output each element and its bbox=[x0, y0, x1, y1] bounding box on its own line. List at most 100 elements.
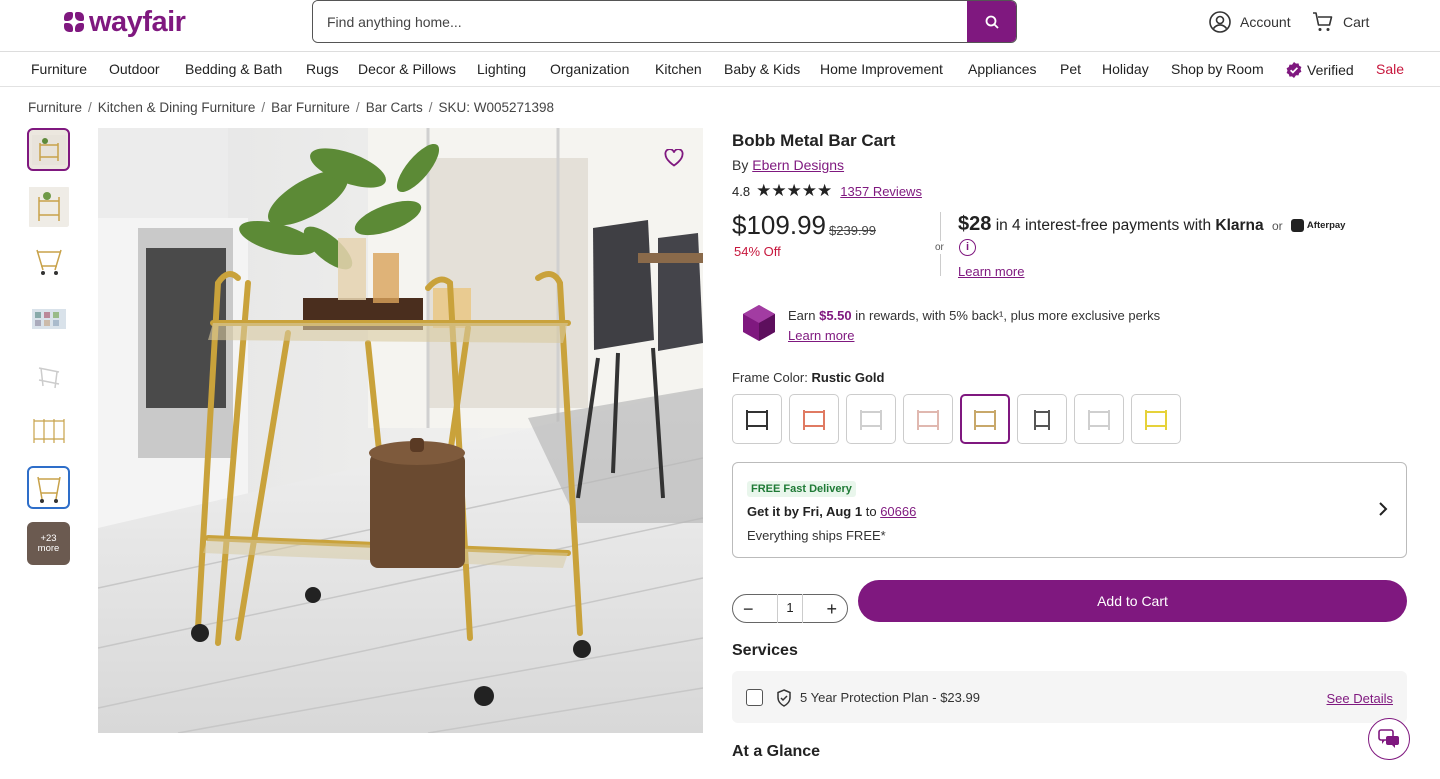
account-link[interactable]: Account bbox=[1208, 10, 1291, 34]
verified-label: Verified bbox=[1307, 62, 1354, 78]
thumbnail-7[interactable] bbox=[27, 466, 70, 509]
klarna-or: or bbox=[1271, 219, 1283, 233]
thumbnail-1[interactable] bbox=[27, 128, 70, 171]
logo-text: wayfair bbox=[89, 6, 186, 38]
category-sale[interactable]: Sale bbox=[1376, 61, 1404, 77]
product-main-image[interactable] bbox=[98, 128, 703, 733]
category-organization[interactable]: Organization bbox=[550, 61, 629, 77]
or-label: or bbox=[935, 241, 944, 254]
category-outdoor[interactable]: Outdoor bbox=[109, 61, 160, 77]
cart-label: Cart bbox=[1343, 14, 1370, 30]
klarna-logo: Klarna bbox=[1215, 217, 1264, 234]
breadcrumb-bar-furniture[interactable]: Bar Furniture bbox=[271, 100, 350, 115]
favorite-heart-icon[interactable] bbox=[664, 149, 684, 167]
breadcrumb-furniture[interactable]: Furniture bbox=[28, 100, 82, 115]
services-heading: Services bbox=[732, 642, 798, 659]
increase-quantity-button[interactable]: + bbox=[826, 600, 837, 618]
site-header: wayfair Account Cart bbox=[0, 0, 1440, 52]
account-icon bbox=[1209, 11, 1231, 33]
category-baby-kids[interactable]: Baby & Kids bbox=[724, 61, 800, 77]
search-icon bbox=[985, 15, 999, 29]
category-home-improvement[interactable]: Home Improvement bbox=[820, 61, 943, 77]
shield-icon bbox=[777, 689, 791, 707]
swatch-rustic-gold[interactable] bbox=[960, 394, 1010, 444]
at-a-glance-heading: At a Glance bbox=[732, 743, 821, 760]
protection-plan-label: 5 Year Protection Plan - $23.99 bbox=[800, 690, 980, 705]
category-holiday[interactable]: Holiday bbox=[1102, 61, 1149, 77]
swatch-silver[interactable] bbox=[1074, 394, 1124, 444]
breadcrumb-sku: SKU: W005271398 bbox=[438, 100, 555, 115]
swatch-blush[interactable] bbox=[903, 394, 953, 444]
category-kitchen[interactable]: Kitchen bbox=[655, 61, 702, 77]
shipping-note: Everything ships FREE* bbox=[747, 528, 886, 543]
breadcrumb-bar-carts[interactable]: Bar Carts bbox=[366, 100, 423, 115]
category-appliances[interactable]: Appliances bbox=[968, 61, 1037, 77]
category-lighting[interactable]: Lighting bbox=[477, 61, 526, 77]
rating-value: 4.8 bbox=[732, 183, 751, 199]
sale-price: $109.99 bbox=[732, 210, 826, 240]
free-delivery-badge: FREE Fast Delivery bbox=[747, 481, 856, 497]
discount-label: 54% Off bbox=[734, 244, 781, 259]
thumbnail-2[interactable] bbox=[27, 185, 70, 228]
rewards-learn-more-link[interactable]: Learn more bbox=[788, 328, 854, 343]
add-to-cart-button[interactable]: Add to Cart bbox=[858, 580, 1407, 622]
quantity-value[interactable]: 1 bbox=[777, 594, 803, 623]
thumbnail-5[interactable] bbox=[27, 354, 70, 397]
category-bedding-bath[interactable]: Bedding & Bath bbox=[185, 61, 282, 77]
swatch-yellow[interactable] bbox=[1131, 394, 1181, 444]
brand-prefix: By bbox=[732, 157, 749, 173]
star-rating-icon: ★★★★★ bbox=[756, 181, 833, 200]
thumbnail-more[interactable]: +23 more bbox=[27, 522, 70, 565]
product-title: Bobb Metal Bar Cart bbox=[732, 131, 896, 150]
search-input[interactable] bbox=[313, 1, 967, 42]
category-rugs[interactable]: Rugs bbox=[306, 61, 339, 77]
swatch-coral[interactable] bbox=[789, 394, 839, 444]
rewards-amount: $5.50 bbox=[819, 308, 852, 323]
cart-icon bbox=[1313, 12, 1333, 31]
protection-plan-row: 5 Year Protection Plan - $23.99 See Deta… bbox=[732, 671, 1407, 723]
search-bar bbox=[312, 0, 1017, 43]
cart-link[interactable]: Cart bbox=[1311, 10, 1369, 34]
klarna-learn-more-link[interactable]: Learn more bbox=[958, 264, 1024, 279]
frame-color-value: Rustic Gold bbox=[811, 370, 885, 385]
rewards-gem-icon bbox=[743, 305, 775, 341]
decrease-quantity-button[interactable]: − bbox=[743, 600, 754, 618]
info-icon[interactable]: i bbox=[959, 239, 976, 256]
klarna-offer: $28 in 4 interest-free payments with Kla… bbox=[958, 213, 1345, 236]
brand-link[interactable]: Ebern Designs bbox=[752, 157, 844, 173]
category-verified[interactable]: Verified bbox=[1285, 61, 1354, 79]
verified-badge-icon bbox=[1286, 62, 1302, 78]
category-pet[interactable]: Pet bbox=[1060, 61, 1081, 77]
thumbnail-3[interactable] bbox=[27, 240, 70, 283]
product-rating: 4.8 ★★★★★ 1357 Reviews bbox=[732, 181, 922, 201]
delivery-card[interactable]: FREE Fast Delivery Get it by Fri, Aug 1 … bbox=[732, 462, 1407, 558]
search-button[interactable] bbox=[967, 1, 1016, 42]
chat-button[interactable] bbox=[1368, 718, 1410, 760]
thumbnail-6[interactable] bbox=[27, 409, 70, 452]
category-furniture[interactable]: Furniture bbox=[31, 61, 87, 77]
more-images-label: +23 more bbox=[37, 532, 60, 554]
chat-icon bbox=[1378, 729, 1399, 748]
thumbnail-4[interactable] bbox=[27, 297, 70, 340]
reviews-link[interactable]: 1357 Reviews bbox=[840, 184, 922, 199]
afterpay-logo: Afterpay bbox=[1290, 219, 1345, 233]
breadcrumb: Furniture / Kitchen & Dining Furniture / B… bbox=[28, 100, 555, 115]
swatch-charcoal[interactable] bbox=[1017, 394, 1067, 444]
protection-plan-checkbox[interactable] bbox=[746, 689, 763, 706]
zip-code-link[interactable]: 60666 bbox=[880, 504, 916, 519]
swatch-black[interactable] bbox=[732, 394, 782, 444]
afterpay-icon bbox=[1290, 219, 1304, 233]
rewards-text: Earn $5.50 in rewards, with 5% back¹, pl… bbox=[788, 308, 1161, 323]
quantity-stepper: − 1 + bbox=[732, 594, 848, 623]
logo-icon bbox=[64, 11, 86, 34]
wayfair-logo[interactable]: wayfair bbox=[64, 6, 186, 39]
category-nav: Furniture Outdoor Bedding & Bath Rugs De… bbox=[0, 52, 1440, 87]
klarna-amount: $28 bbox=[958, 213, 992, 235]
category-shop-by-room[interactable]: Shop by Room bbox=[1171, 61, 1264, 77]
account-label: Account bbox=[1240, 14, 1291, 30]
swatch-white[interactable] bbox=[846, 394, 896, 444]
klarna-text: in 4 interest-free payments with bbox=[995, 217, 1212, 234]
breadcrumb-kitchen-dining[interactable]: Kitchen & Dining Furniture bbox=[98, 100, 256, 115]
see-details-link[interactable]: See Details bbox=[1327, 691, 1393, 706]
category-decor-pillows[interactable]: Decor & Pillows bbox=[358, 61, 456, 77]
